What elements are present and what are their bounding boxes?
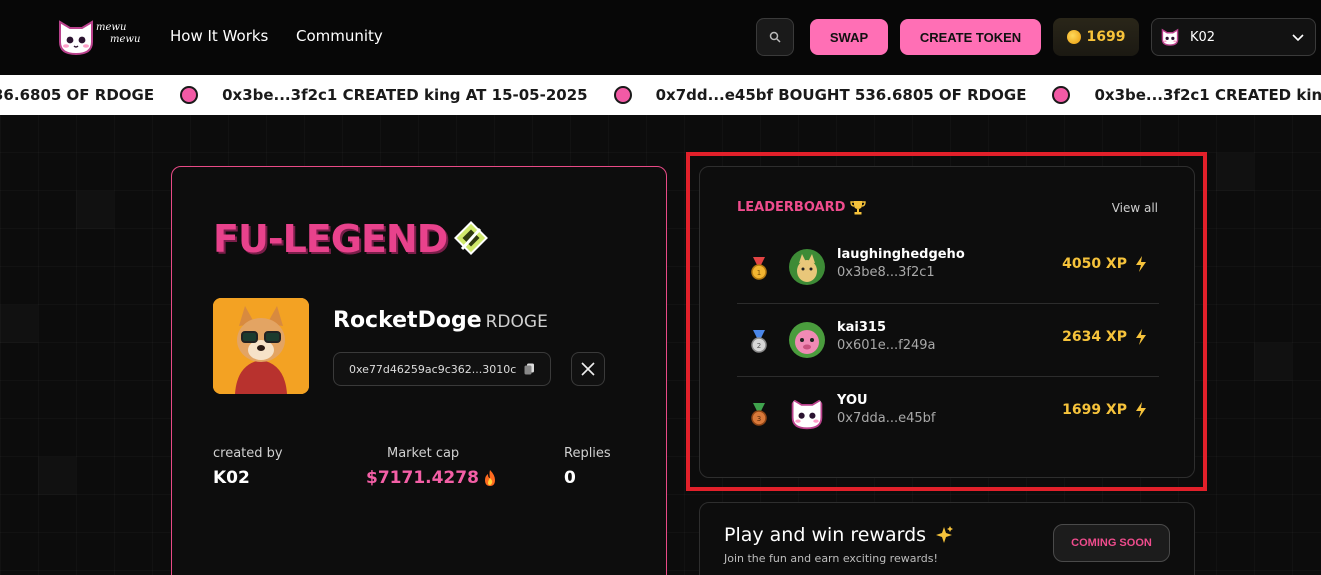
ticker-item: 36.6805 OF RDOGE	[0, 86, 155, 104]
search-button[interactable]	[756, 18, 794, 56]
contract-address-copy[interactable]: 0xe77d46259ac9c362...3010c	[333, 352, 551, 386]
cat-logo-icon[interactable]	[56, 18, 96, 56]
x-logo-icon	[581, 362, 595, 376]
create-token-button[interactable]: CREATE TOKEN	[900, 19, 1041, 55]
swap-button[interactable]: SWAP	[810, 19, 888, 55]
created-by-label: created by	[213, 446, 283, 461]
ticker-dot-icon	[613, 86, 632, 104]
ticker-item: 0x3be...3f2c1 CREATED king AT 15-05-2025	[222, 86, 588, 104]
rewards-title: Play and win rewards	[724, 524, 954, 546]
coin-balance[interactable]: 1699	[1053, 18, 1139, 56]
replies-label: Replies	[564, 446, 611, 461]
user-menu-dropdown[interactable]: K02	[1151, 18, 1316, 56]
market-cap-value: $7171.4278	[366, 468, 497, 488]
coming-soon-button[interactable]: COMING SOON	[1053, 524, 1170, 562]
badge-title: FU-LEGEND	[213, 217, 448, 261]
rewards-card: Play and win rewards Join the fun and ea…	[699, 502, 1195, 575]
top-navbar: mewu mewu How It Works Community SWAP CR…	[0, 0, 1321, 75]
contract-address: 0xe77d46259ac9c362...3010c	[349, 362, 517, 376]
search-icon	[769, 31, 781, 43]
token-symbol: RDOGE	[485, 312, 548, 332]
market-cap-label: Market cap	[387, 446, 460, 461]
ticker-item: 0x3be...3f2c1 CREATED king AT 15-05-2025	[1094, 86, 1321, 104]
replies-value: 0	[564, 468, 576, 488]
cat-avatar-icon	[1161, 28, 1179, 46]
logo-wordmark: mewu mewu	[96, 22, 141, 45]
token-avatar	[213, 298, 309, 394]
fire-icon	[484, 470, 495, 486]
x-twitter-link[interactable]	[571, 352, 605, 386]
coin-icon	[1066, 30, 1081, 44]
created-by-value[interactable]: K02	[213, 468, 250, 488]
chevron-down-icon	[1292, 34, 1304, 42]
username-label: K02	[1190, 29, 1216, 45]
nav-community[interactable]: Community	[296, 27, 383, 45]
activity-ticker: 36.6805 OF RDOGE 0x3be...3f2c1 CREATED k…	[0, 75, 1321, 115]
ticker-dot-icon	[1052, 86, 1071, 104]
legend-badge-icon	[452, 219, 490, 257]
token-info-card: FU-LEGEND RocketDoge RDOGE 0xe77d46259ac9…	[171, 166, 667, 575]
ticker-dot-icon	[180, 86, 199, 104]
ticker-item: 0x7dd...e45bf BOUGHT 536.6805 OF RDOGE	[655, 86, 1027, 104]
token-name: RocketDoge RDOGE	[333, 308, 548, 333]
leaderboard-highlight-frame	[686, 152, 1207, 491]
copy-icon[interactable]	[524, 363, 535, 375]
sparkles-icon	[936, 526, 954, 543]
nav-how-it-works[interactable]: How It Works	[170, 27, 268, 45]
rewards-subtitle: Join the fun and earn exciting rewards!	[724, 552, 938, 565]
